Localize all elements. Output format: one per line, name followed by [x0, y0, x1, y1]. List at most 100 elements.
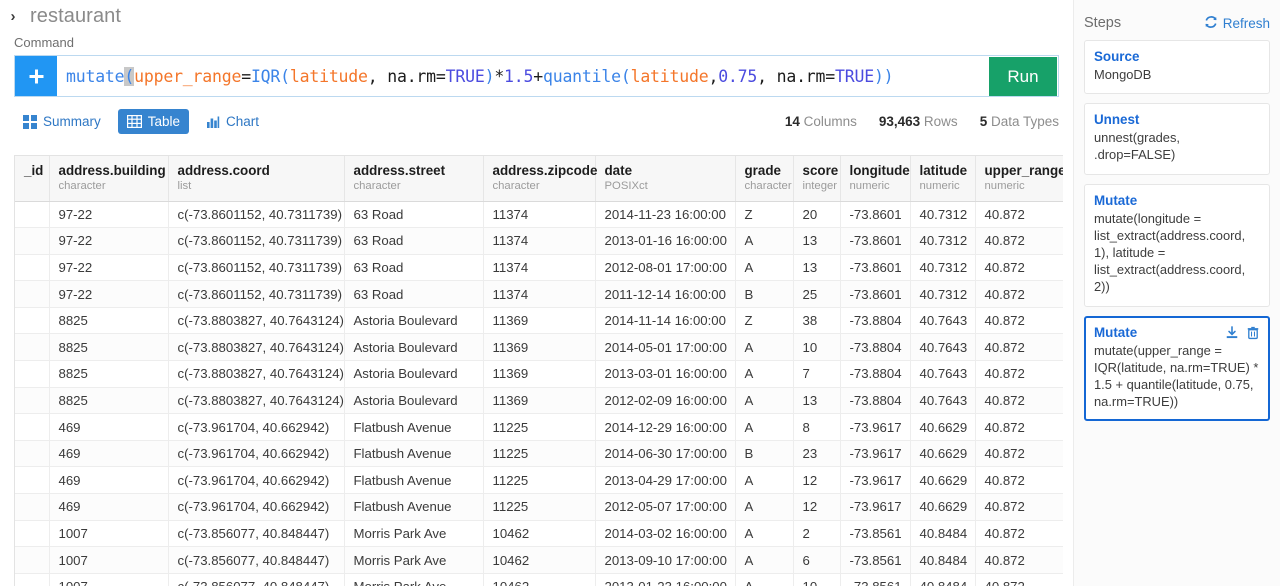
table-cell: c(-73.856077, 40.848447)	[168, 573, 345, 586]
table-cell: 13	[793, 387, 841, 415]
table-cell: 1007	[49, 573, 169, 586]
command-token: (	[280, 66, 290, 86]
step-card-mutate-3[interactable]: Mutate mutate(upper_range = IQR(latitude,…	[1084, 315, 1270, 422]
table-row[interactable]: 469 c(-73.961704, 40.662942) Flatbush Aven…	[15, 413, 1063, 441]
run-button[interactable]: Run	[989, 57, 1057, 96]
table-cell: c(-73.8601152, 40.7311739)	[168, 254, 345, 282]
table-cell: 40.872	[975, 520, 1063, 548]
table-cell: 40.7643	[910, 333, 976, 362]
table-row[interactable]: 469 c(-73.961704, 40.662942) Flatbush Aven…	[15, 466, 1063, 495]
table-cell: 469	[49, 440, 169, 468]
table-row[interactable]: 1007c(-73.856077, 40.848447)Morris Park …	[15, 573, 1063, 586]
table-cell: c(-73.856077, 40.848447)	[168, 520, 345, 548]
table-cell: 12	[793, 493, 841, 521]
table-cell: Astoria Boulevard	[344, 360, 484, 388]
dataset-counts: 14 Columns 93,463 Rows 5 Data Types	[785, 114, 1059, 129]
table-cell: Astoria Boulevard	[344, 307, 484, 335]
summary-grid-icon	[23, 114, 37, 129]
table-cell: 11225	[483, 466, 596, 495]
table-row[interactable]: 8825 c(-73.8803827, 40.7643124) Astoria Bo…	[15, 360, 1063, 388]
refresh-button[interactable]: Refresh	[1204, 15, 1270, 32]
table-row[interactable]: 469 c(-73.961704, 40.662942) Flatbush Aven…	[15, 440, 1063, 468]
table-cell: B	[735, 280, 794, 308]
command-input[interactable]: mutate(upper_range = IQR(latitude, na.rm…	[57, 56, 1058, 96]
count-data-types: 5 Data Types	[979, 114, 1059, 129]
table-cell: A	[735, 333, 794, 362]
command-token: mutate	[66, 66, 125, 86]
table-cell: 10462	[483, 573, 596, 586]
table-cell: 10462	[483, 546, 596, 574]
table-row[interactable]: 469 c(-73.961704, 40.662942) Flatbush Aven…	[15, 493, 1063, 521]
table-cell: 23	[793, 440, 841, 468]
column-header-upper-range[interactable]: upper_range numeric	[975, 156, 1063, 202]
download-icon[interactable]	[1225, 325, 1239, 340]
tab-summary-label: Summary	[43, 114, 101, 129]
column-header-address-zipcode[interactable]: address.zipcode character	[483, 156, 597, 202]
command-token: ))	[873, 66, 894, 86]
table-cell: 40.872	[975, 546, 1063, 574]
table-row[interactable]: 1007c(-73.856077, 40.848447)Morris Park …	[15, 546, 1063, 574]
step-card-source-0[interactable]: Source MongoDB	[1084, 40, 1270, 95]
column-name: address.street	[353, 163, 446, 178]
table-cell: 40.872	[975, 201, 1063, 229]
column-header-latitude[interactable]: latitude numeric	[910, 156, 976, 202]
column-header-score[interactable]: score integer	[793, 156, 841, 202]
step-card-unnest-1[interactable]: Unnest unnest(grades, .drop=FALSE)	[1084, 103, 1270, 175]
column-header-grade[interactable]: grade character	[735, 156, 794, 202]
step-card-mutate-2[interactable]: Mutate mutate(longitude = list_extract(ad…	[1084, 183, 1270, 307]
table-row[interactable]: 97-22 c(-73.8601152, 40.7311739) 63 Road 11…	[15, 227, 1063, 255]
table-row[interactable]: 8825 c(-73.8803827, 40.7643124) Astoria Bo…	[15, 333, 1063, 362]
tab-table[interactable]: Table	[117, 109, 190, 134]
table-row[interactable]: 97-22 c(-73.8601152, 40.7311739) 63 Road 11…	[15, 254, 1063, 282]
table-cell: 2013-04-29 17:00:00	[595, 466, 736, 495]
table-cell: c(-73.961704, 40.662942)	[168, 440, 345, 468]
trash-icon[interactable]	[1246, 326, 1260, 340]
table-cell: 8825	[49, 307, 169, 335]
table-icon	[126, 115, 142, 128]
data-table: _id address.building character address.coor…	[15, 156, 1063, 586]
table-row[interactable]: 1007c(-73.856077, 40.848447)Morris Park …	[15, 520, 1063, 548]
table-cell: 2012-05-07 17:00:00	[595, 493, 736, 521]
column-header-address-coord[interactable]: address.coord list	[168, 156, 345, 202]
table-cell: A	[735, 493, 794, 521]
table-cell: 2014-05-01 17:00:00	[595, 333, 736, 362]
table-cell: 469	[49, 466, 169, 495]
step-card-body: mutate(upper_range = IQR(latitude, na.rm…	[1094, 342, 1259, 410]
table-row[interactable]: 8825 c(-73.8803827, 40.7643124) Astoria Bo…	[15, 387, 1063, 415]
table-cell: Z	[735, 307, 794, 335]
table-cell: A	[735, 520, 794, 548]
table-cell: c(-73.856077, 40.848447)	[168, 546, 345, 574]
chevron-right-icon[interactable]: ›	[2, 9, 24, 24]
data-table-container[interactable]: _id address.building character address.coor…	[14, 155, 1063, 586]
command-token: (	[620, 66, 631, 86]
table-cell	[15, 546, 50, 574]
command-token: 1.5	[504, 66, 534, 86]
table-cell: 8825	[49, 360, 169, 388]
column-header-address-building[interactable]: address.building character	[49, 156, 169, 202]
table-row[interactable]: 8825 c(-73.8803827, 40.7643124) Astoria Bo…	[15, 307, 1063, 335]
table-cell: 40.7312	[910, 254, 976, 282]
table-cell: Astoria Boulevard	[344, 333, 484, 362]
refresh-icon	[1204, 15, 1218, 32]
tab-summary[interactable]: Summary	[14, 109, 110, 134]
column-header-date[interactable]: date POSIXct	[595, 156, 736, 202]
plus-icon[interactable]	[15, 56, 57, 96]
column-header-longitude[interactable]: longitude numeric	[840, 156, 911, 202]
tab-chart[interactable]: Chart	[197, 109, 268, 134]
step-card-body: mutate(longitude = list_extract(address.…	[1094, 210, 1246, 295]
table-cell: 40.872	[975, 307, 1063, 335]
table-row[interactable]: 97-22 c(-73.8601152, 40.7311739) 63 Road 11…	[15, 280, 1063, 308]
table-row[interactable]: 97-22 c(-73.8601152, 40.7311739) 63 Road 11…	[15, 201, 1063, 229]
table-cell: 10	[793, 333, 841, 362]
table-header-row: _id address.building character address.coor…	[15, 156, 1063, 202]
command-token: quantile	[542, 66, 621, 86]
column-header-address-street[interactable]: address.street character	[344, 156, 484, 202]
table-cell: Morris Park Ave	[344, 520, 484, 548]
column-type: character	[492, 180, 540, 192]
column-header--id[interactable]: _id	[15, 156, 50, 202]
table-body: 97-22 c(-73.8601152, 40.7311739) 63 Road 11…	[15, 201, 1063, 586]
table-cell: 13	[793, 254, 841, 282]
steps-header: Steps Refresh	[1084, 0, 1270, 40]
table-cell: 40.7312	[910, 280, 976, 308]
table-cell: -73.8804	[840, 387, 911, 415]
